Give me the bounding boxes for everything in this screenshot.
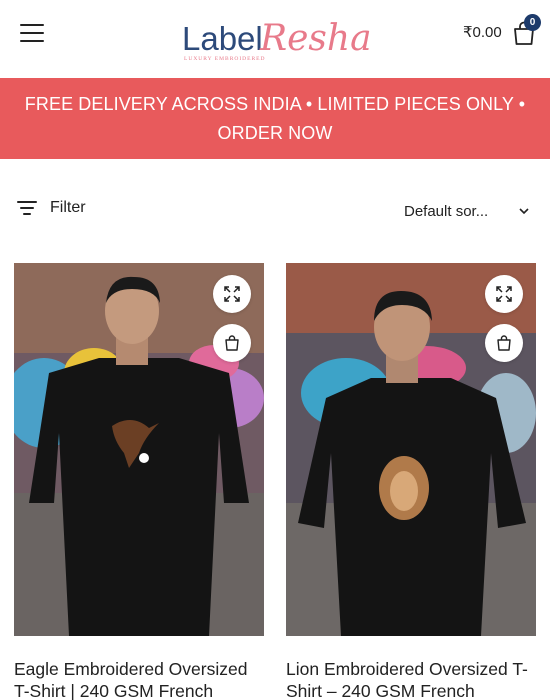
sort-select[interactable]: Default sor... bbox=[396, 200, 531, 222]
quick-view-button[interactable] bbox=[213, 275, 251, 313]
chevron-down-icon bbox=[519, 208, 529, 215]
svg-text:Resha: Resha bbox=[259, 18, 372, 59]
expand-icon bbox=[224, 286, 240, 302]
add-to-cart-button[interactable] bbox=[213, 324, 251, 362]
expand-icon bbox=[496, 286, 512, 302]
product-image[interactable] bbox=[14, 263, 264, 636]
bag-icon bbox=[225, 335, 239, 351]
product-image[interactable] bbox=[286, 263, 536, 636]
sort-selected-value: Default sor... bbox=[404, 202, 489, 220]
cart-count-badge: 0 bbox=[524, 14, 541, 31]
brand-logo[interactable]: Label Resha LUXURY EMBROIDERED bbox=[180, 10, 372, 66]
cart-total[interactable]: ₹0.00 bbox=[463, 23, 502, 41]
product-title[interactable]: Eagle Embroidered Oversized T-Shirt | 24… bbox=[14, 658, 264, 700]
filter-lines-icon bbox=[17, 201, 37, 215]
quick-view-button[interactable] bbox=[485, 275, 523, 313]
promo-banner: FREE DELIVERY ACROSS INDIA • LIMITED PIE… bbox=[0, 78, 550, 159]
svg-text:Label: Label bbox=[182, 20, 263, 57]
svg-text:LUXURY EMBROIDERED: LUXURY EMBROIDERED bbox=[184, 56, 266, 62]
product-title[interactable]: Lion Embroidered Oversized T-Shirt – 240… bbox=[286, 658, 536, 700]
product-card[interactable]: Lion Embroidered Oversized T-Shirt – 240… bbox=[286, 263, 536, 700]
site-header: Label Resha LUXURY EMBROIDERED ₹0.00 0 bbox=[0, 0, 550, 78]
filter-label: Filter bbox=[50, 199, 86, 216]
bag-icon bbox=[497, 335, 511, 351]
product-card[interactable]: Eagle Embroidered Oversized T-Shirt | 24… bbox=[14, 263, 264, 700]
add-to-cart-button[interactable] bbox=[485, 324, 523, 362]
hamburger-menu-icon[interactable] bbox=[20, 22, 46, 44]
filter-button[interactable]: Filter bbox=[17, 196, 86, 220]
